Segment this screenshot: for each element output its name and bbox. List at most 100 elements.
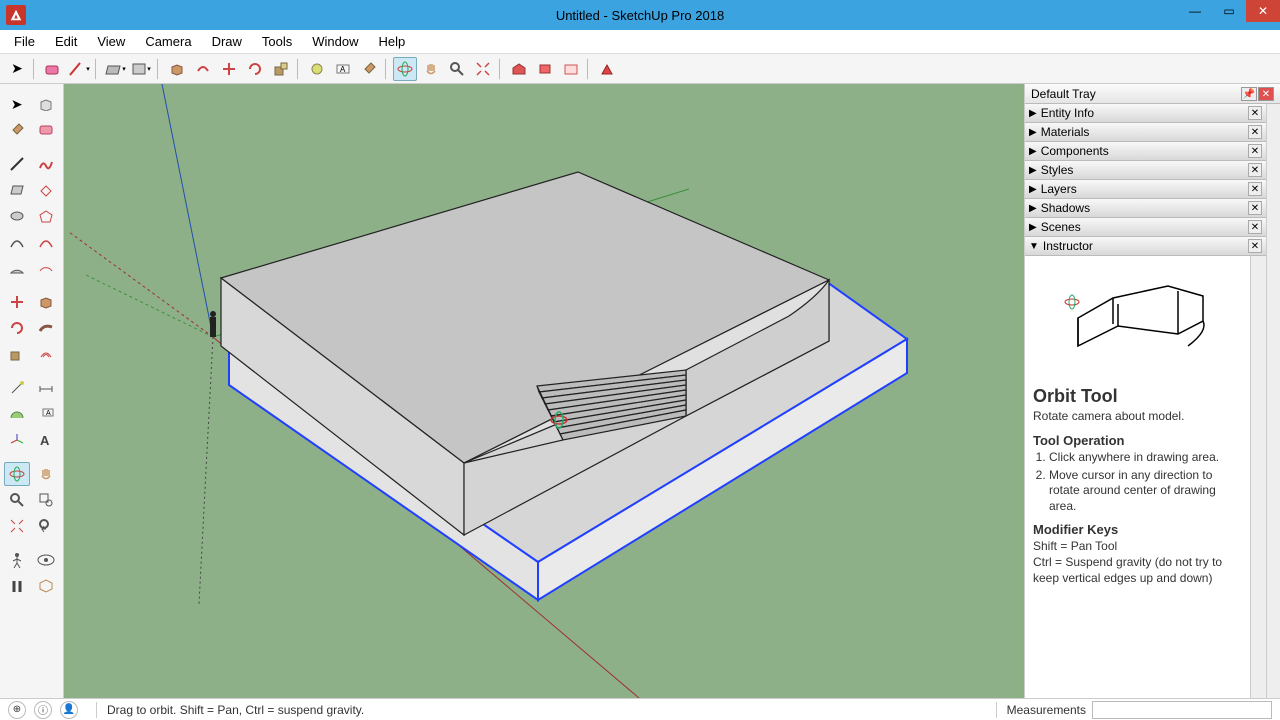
zoomextents-icon[interactable] bbox=[471, 57, 495, 81]
pan-icon[interactable] bbox=[419, 57, 443, 81]
warehouse-icon[interactable] bbox=[507, 57, 531, 81]
menu-draw[interactable]: Draw bbox=[202, 32, 252, 51]
arc3-icon[interactable] bbox=[33, 256, 59, 280]
zoomext2-icon[interactable] bbox=[4, 514, 30, 538]
position-icon[interactable] bbox=[4, 548, 30, 572]
makecomponent-icon[interactable] bbox=[33, 92, 59, 116]
panel-shadows[interactable]: ▶Shadows✕ bbox=[1025, 199, 1266, 218]
followme-icon[interactable] bbox=[33, 316, 59, 340]
svg-text:A: A bbox=[46, 410, 51, 417]
menu-edit[interactable]: Edit bbox=[45, 32, 87, 51]
panel-close-icon[interactable]: ✕ bbox=[1248, 201, 1262, 215]
shape-icon[interactable]: ▾ bbox=[129, 57, 153, 81]
pushpull-icon[interactable] bbox=[165, 57, 189, 81]
close-button[interactable]: ✕ bbox=[1246, 0, 1280, 22]
rotate-icon[interactable] bbox=[243, 57, 267, 81]
user-icon[interactable]: 👤 bbox=[60, 701, 78, 719]
text2-icon[interactable]: A bbox=[33, 402, 59, 426]
panel-close-icon[interactable]: ✕ bbox=[1248, 163, 1262, 177]
rotate2-icon[interactable] bbox=[4, 316, 30, 340]
component-icon[interactable] bbox=[533, 57, 557, 81]
move2-icon[interactable] bbox=[4, 290, 30, 314]
axes-icon[interactable] bbox=[4, 428, 30, 452]
viewport-3d[interactable] bbox=[64, 84, 1024, 698]
instructor-step: Move cursor in any direction to rotate a… bbox=[1049, 468, 1242, 515]
dimension-icon[interactable] bbox=[33, 376, 59, 400]
paintbucket-icon[interactable] bbox=[357, 57, 381, 81]
tapemeasure-icon[interactable] bbox=[305, 57, 329, 81]
eraser-icon[interactable] bbox=[41, 57, 65, 81]
tray-scrollbar[interactable] bbox=[1250, 256, 1266, 698]
rotrect-icon[interactable] bbox=[33, 178, 59, 202]
rectangle-icon[interactable]: ▾ bbox=[103, 57, 127, 81]
select-icon[interactable]: ➤ bbox=[4, 92, 30, 116]
rect-icon[interactable] bbox=[4, 178, 30, 202]
panel-close-icon[interactable]: ✕ bbox=[1248, 182, 1262, 196]
section-icon[interactable] bbox=[33, 574, 59, 598]
menu-tools[interactable]: Tools bbox=[252, 32, 302, 51]
arc-icon[interactable] bbox=[4, 230, 30, 254]
protractor-icon[interactable] bbox=[4, 402, 30, 426]
svg-text:A: A bbox=[340, 65, 346, 74]
panel-close-icon[interactable]: ✕ bbox=[1248, 144, 1262, 158]
tray-outer-scrollbar[interactable] bbox=[1266, 104, 1280, 698]
scale2-icon[interactable] bbox=[4, 342, 30, 366]
tape-icon[interactable] bbox=[4, 376, 30, 400]
toolbox-left: ➤ A A bbox=[0, 84, 64, 698]
text-icon[interactable]: A bbox=[331, 57, 355, 81]
previous-icon[interactable] bbox=[33, 514, 59, 538]
panel-close-icon[interactable]: ✕ bbox=[1248, 125, 1262, 139]
maximize-button[interactable]: ▭ bbox=[1212, 0, 1246, 22]
minimize-button[interactable]: — bbox=[1178, 0, 1212, 22]
zoomwindow-icon[interactable] bbox=[33, 488, 59, 512]
scale-icon[interactable] bbox=[269, 57, 293, 81]
orbit2-icon[interactable] bbox=[4, 462, 30, 486]
menu-file[interactable]: File bbox=[4, 32, 45, 51]
panel-scenes[interactable]: ▶Scenes✕ bbox=[1025, 218, 1266, 237]
zoom2-icon[interactable] bbox=[4, 488, 30, 512]
pushpull2-icon[interactable] bbox=[33, 290, 59, 314]
circle-icon[interactable] bbox=[4, 204, 30, 228]
menu-help[interactable]: Help bbox=[369, 32, 416, 51]
extension-icon[interactable] bbox=[559, 57, 583, 81]
instructor-tool-name: Orbit Tool bbox=[1033, 386, 1242, 407]
panel-close-icon[interactable]: ✕ bbox=[1248, 106, 1262, 120]
walk-icon[interactable] bbox=[4, 574, 30, 598]
move-icon[interactable] bbox=[217, 57, 241, 81]
tray-close-icon[interactable]: ✕ bbox=[1258, 87, 1274, 101]
menu-window[interactable]: Window bbox=[302, 32, 368, 51]
select-tool-icon[interactable]: ➤ bbox=[5, 57, 29, 81]
eraser2-icon[interactable] bbox=[33, 118, 59, 142]
pan2-icon[interactable] bbox=[33, 462, 59, 486]
panel-layers[interactable]: ▶Layers✕ bbox=[1025, 180, 1266, 199]
offset2-icon[interactable] bbox=[33, 342, 59, 366]
panel-entityinfo[interactable]: ▶Entity Info✕ bbox=[1025, 104, 1266, 123]
offset-icon[interactable] bbox=[191, 57, 215, 81]
menu-view[interactable]: View bbox=[87, 32, 135, 51]
pie-icon[interactable] bbox=[4, 256, 30, 280]
default-tray: Default Tray 📌✕ ▶Entity Info✕ ▶Materials… bbox=[1024, 84, 1280, 698]
tray-pin-icon[interactable]: 📌 bbox=[1241, 87, 1257, 101]
freehand-icon[interactable] bbox=[33, 152, 59, 176]
menu-camera[interactable]: Camera bbox=[135, 32, 201, 51]
orbit-icon[interactable] bbox=[393, 57, 417, 81]
panel-components[interactable]: ▶Components✕ bbox=[1025, 142, 1266, 161]
instructor-mod1: Shift = Pan Tool bbox=[1033, 539, 1242, 555]
zoom-icon[interactable] bbox=[445, 57, 469, 81]
panel-close-icon[interactable]: ✕ bbox=[1248, 239, 1262, 253]
paint-icon[interactable] bbox=[4, 118, 30, 142]
lookaround-icon[interactable] bbox=[33, 548, 59, 572]
geolocation-icon[interactable]: ⊕ bbox=[8, 701, 26, 719]
panel-materials[interactable]: ▶Materials✕ bbox=[1025, 123, 1266, 142]
polygon-icon[interactable] bbox=[33, 204, 59, 228]
panel-close-icon[interactable]: ✕ bbox=[1248, 220, 1262, 234]
credits-icon[interactable]: ⓘ bbox=[34, 701, 52, 719]
panel-styles[interactable]: ▶Styles✕ bbox=[1025, 161, 1266, 180]
pencil-icon[interactable]: ▾ bbox=[67, 57, 91, 81]
measurements-input[interactable] bbox=[1092, 701, 1272, 719]
arc2-icon[interactable] bbox=[33, 230, 59, 254]
line-icon[interactable] bbox=[4, 152, 30, 176]
3dtext-icon[interactable]: A bbox=[33, 428, 59, 452]
panel-instructor[interactable]: ▼Instructor✕ bbox=[1025, 237, 1266, 256]
layout-icon[interactable] bbox=[595, 57, 619, 81]
